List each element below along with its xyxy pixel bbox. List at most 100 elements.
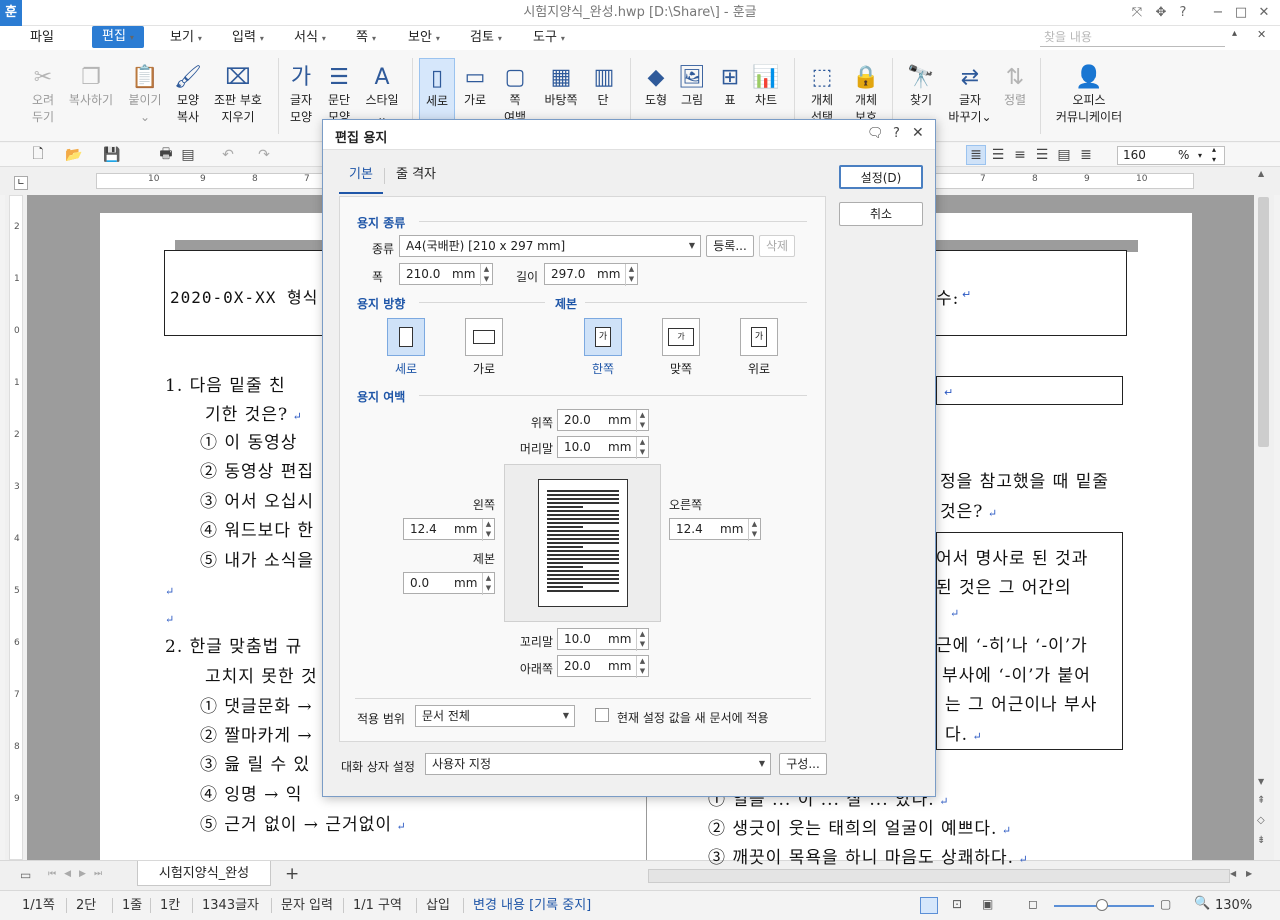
- spin-icon[interactable]: ▲ ▼: [482, 573, 494, 595]
- zoom-combo[interactable]: 160 % ▾ ▴ ▾: [1117, 145, 1225, 165]
- full-view-icon[interactable]: ▣: [982, 897, 993, 911]
- status-item[interactable]: 문자 입력: [281, 891, 333, 920]
- spin-icon[interactable]: ▲ ▼: [636, 656, 648, 678]
- chevron-down-icon[interactable]: ▾: [1198, 147, 1202, 164]
- ribbon-replace-button[interactable]: ⇄ 글자 바꾸기⌄: [948, 58, 992, 134]
- scroll-up-icon[interactable]: ▲: [1258, 169, 1264, 178]
- minimize-button[interactable]: −: [1207, 0, 1229, 26]
- menu-0[interactable]: 파일: [30, 26, 54, 50]
- preview-icon[interactable]: ▤: [178, 145, 198, 165]
- align-left-icon[interactable]: ☰: [988, 145, 1008, 165]
- zoom-page-icon[interactable]: ▢: [1160, 897, 1171, 911]
- status-item[interactable]: 1칸: [160, 891, 180, 920]
- menu-3[interactable]: 입력 ▾: [232, 26, 264, 50]
- binding-top-option[interactable]: 가: [740, 318, 778, 356]
- config-button[interactable]: 구성...: [779, 753, 827, 775]
- open-icon[interactable]: 📂: [64, 145, 84, 165]
- menu-4[interactable]: 서식 ▾: [294, 26, 326, 50]
- margin-gutter-field[interactable]: 0.0 mm ▲ ▼: [403, 572, 495, 595]
- move-icon[interactable]: ✥: [1150, 0, 1172, 26]
- help-icon[interactable]: ?: [1172, 0, 1194, 26]
- comment-icon[interactable]: 🗨: [867, 126, 884, 141]
- page-view-icon[interactable]: [920, 897, 938, 914]
- ribbon-copy-button[interactable]: ❐ 복사하기: [66, 58, 116, 134]
- sheet-view-icon[interactable]: ▭: [20, 868, 31, 882]
- menu-7[interactable]: 검토 ▾: [470, 26, 502, 50]
- paper-type-select[interactable]: A4(국배판) [210 x 297 mm] ▼: [399, 235, 701, 257]
- margin-right-field[interactable]: 12.4 mm ▲ ▼: [669, 518, 761, 541]
- tab-type-icon[interactable]: ∟: [14, 176, 28, 190]
- margin-footer-field[interactable]: 10.0 mm ▲ ▼: [557, 628, 649, 651]
- status-item[interactable]: 변경 내용 [기록 중지]: [473, 891, 591, 920]
- spin-icon[interactable]: ▲ ▼: [636, 410, 648, 432]
- app-icon[interactable]: 훈: [0, 0, 22, 26]
- dialog-close-icon[interactable]: ✕: [912, 125, 924, 141]
- zoom-slider-thumb[interactable]: [1096, 899, 1108, 911]
- spin-icon[interactable]: ▲ ▼: [482, 519, 494, 541]
- menu-8[interactable]: 도구 ▾: [533, 26, 565, 50]
- scroll-right-icon[interactable]: ▶: [1246, 869, 1252, 878]
- new-doc-icon[interactable]: 🗋: [28, 145, 48, 165]
- ribbon-sort-button[interactable]: ⇅ 정렬: [1000, 58, 1030, 134]
- margin-bottom-field[interactable]: 20.0 mm ▲ ▼: [557, 655, 649, 678]
- print-icon[interactable]: 🖶: [156, 145, 176, 165]
- status-item[interactable]: 1/1쪽: [22, 891, 55, 920]
- status-item[interactable]: 1/1 구역: [353, 891, 402, 920]
- redo-icon[interactable]: ↷: [254, 145, 274, 165]
- align-distribute-icon[interactable]: ▤: [1054, 145, 1074, 165]
- close-button[interactable]: ✕: [1253, 0, 1275, 26]
- save-icon[interactable]: 💾: [102, 145, 122, 165]
- status-item[interactable]: 삽입: [426, 891, 450, 920]
- margin-top-field[interactable]: 20.0 mm ▲ ▼: [557, 409, 649, 432]
- align-right-icon[interactable]: ☰: [1032, 145, 1052, 165]
- spin-icon[interactable]: ▲ ▼: [636, 437, 648, 459]
- ribbon-paste-button[interactable]: 📋 붙이기 ⌄: [124, 58, 166, 134]
- binding-facing-option[interactable]: 가: [662, 318, 700, 356]
- menu-6[interactable]: 보안 ▾: [408, 26, 440, 50]
- scroll-left-icon[interactable]: ◀: [1230, 869, 1236, 878]
- spin-icon[interactable]: ▴ ▾: [1212, 145, 1216, 165]
- tab-grid[interactable]: 줄 격자: [391, 160, 441, 194]
- sheet-nav-icons[interactable]: ⏮◀▶⏭: [48, 869, 110, 879]
- apply-new-doc-checkbox[interactable]: [595, 708, 609, 722]
- search-input[interactable]: 찾을 내용: [1040, 28, 1225, 47]
- scroll-down-icon[interactable]: ▼: [1258, 777, 1264, 786]
- ribbon-charshape-button[interactable]: 가 글자 모양: [285, 58, 317, 134]
- ribbon-clearcode-button[interactable]: ⌧ 조판 부호 지우기: [211, 58, 265, 134]
- menu-2[interactable]: 보기 ▾: [170, 26, 202, 50]
- ribbon-cut-button[interactable]: ✂ 오려 두기: [22, 58, 64, 134]
- page-move-icon[interactable]: ◇: [1257, 815, 1265, 826]
- height-field[interactable]: 297.0 mm ▲ ▼: [544, 263, 638, 286]
- prev-page-icon[interactable]: ⇞: [1257, 795, 1265, 806]
- two-page-view-icon[interactable]: ⊡: [952, 897, 962, 911]
- delete-button[interactable]: 삭제: [759, 235, 795, 257]
- spin-icon[interactable]: ▲ ▼: [625, 264, 637, 286]
- sheet-tab[interactable]: 시험지양식_완성: [137, 861, 271, 886]
- width-field[interactable]: 210.0 mm ▲ ▼: [399, 263, 493, 286]
- spin-icon[interactable]: ▲ ▼: [636, 629, 648, 651]
- apply-select[interactable]: 문서 전체 ▼: [415, 705, 575, 727]
- align-justify-icon[interactable]: ≣: [966, 145, 986, 165]
- undo-icon[interactable]: ↶: [218, 145, 238, 165]
- spin-icon[interactable]: ▲ ▼: [480, 264, 492, 286]
- zoom-icon[interactable]: 🔍: [1194, 896, 1210, 911]
- menu-5[interactable]: 쪽 ▾: [356, 26, 376, 50]
- zoom-level[interactable]: 130%: [1215, 891, 1252, 920]
- help-icon[interactable]: ?: [893, 126, 900, 141]
- zoom-fit-icon[interactable]: ◻: [1028, 897, 1038, 911]
- close-doc-icon[interactable]: ✕: [1257, 28, 1266, 41]
- align-divide-icon[interactable]: ≣: [1076, 145, 1096, 165]
- horizontal-scrollbar[interactable]: [648, 869, 1230, 883]
- dialog-setting-select[interactable]: 사용자 지정 ▼: [425, 753, 771, 775]
- vertical-scrollbar[interactable]: ▲ ▼ ⇞ ◇ ⇟: [1254, 167, 1274, 860]
- binding-single-option[interactable]: 가: [584, 318, 622, 356]
- ribbon-messenger-button[interactable]: 👤 오피스 커뮤니케이터: [1050, 58, 1128, 134]
- status-item[interactable]: 1줄: [122, 891, 142, 920]
- vertical-ruler-bar[interactable]: [9, 195, 23, 860]
- ok-button[interactable]: 설정(D): [839, 165, 923, 189]
- maximize-button[interactable]: □: [1230, 0, 1252, 26]
- restore-layout-icon[interactable]: ⤧: [1126, 0, 1148, 26]
- landscape-option[interactable]: [465, 318, 503, 356]
- collapse-ribbon-icon[interactable]: ▴: [1232, 28, 1237, 39]
- tab-basic[interactable]: 기본: [339, 160, 383, 194]
